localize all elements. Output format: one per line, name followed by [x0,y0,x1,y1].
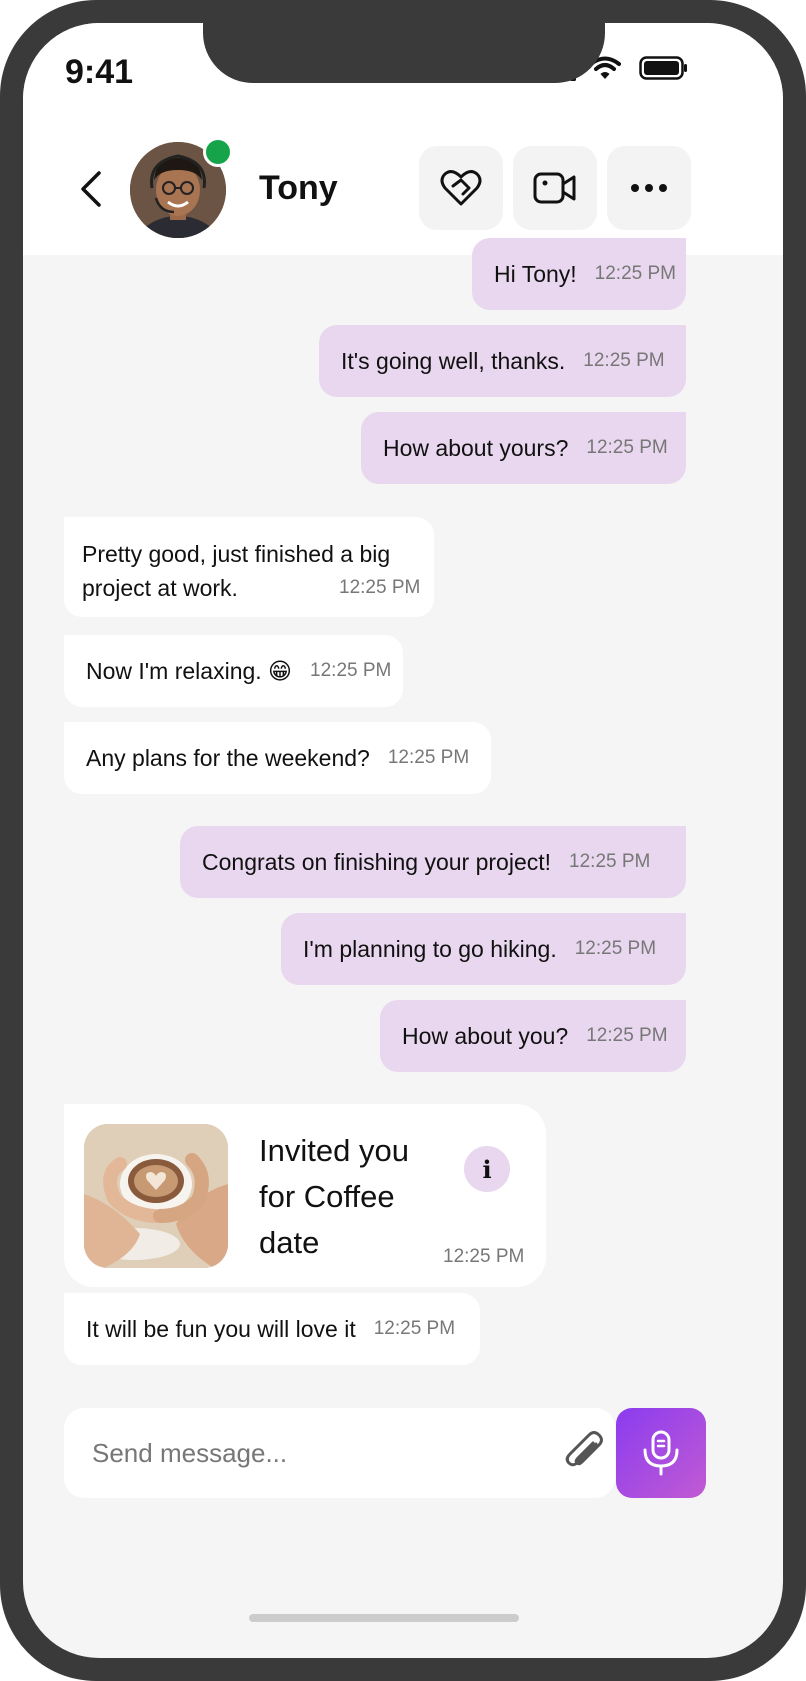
message-time: 12:25 PM [443,1246,525,1267]
microphone-icon [643,1430,679,1476]
status-time: 9:41 [65,53,134,91]
heart-handshake-icon [440,170,482,206]
message-bubble-incoming[interactable]: Pretty good, just finished a big project … [64,517,434,617]
message-time: 12:25 PM [310,660,392,681]
message-text: How about yours? [383,434,569,461]
message-time: 12:25 PM [569,851,651,872]
info-button[interactable]: i [464,1146,510,1192]
message-bubble-incoming[interactable]: Now I'm relaxing. 😁 12:25 PM [64,635,403,707]
video-call-button[interactable] [513,146,597,230]
more-icon [631,184,667,192]
message-bubble-outgoing[interactable]: I'm planning to go hiking. 12:25 PM [281,913,686,985]
message-text: Hi Tony! [494,260,577,287]
coffee-invite-card[interactable]: Invited you for Coffee date i 12:25 PM [64,1104,546,1287]
message-time: 12:25 PM [574,938,657,959]
voice-message-button[interactable] [616,1408,706,1498]
message-text: It will be fun you will love it [86,1315,356,1342]
message-time: 12:25 PM [373,1318,456,1339]
home-indicator[interactable] [249,1614,519,1622]
invite-title-line: date [259,1225,320,1260]
message-bubble-outgoing[interactable]: Hi Tony! 12:25 PM [472,238,686,310]
message-time: 12:25 PM [586,437,668,458]
message-text: Any plans for the weekend? [86,744,370,771]
message-time: 12:25 PM [387,747,470,768]
message-bubble-incoming[interactable]: Any plans for the weekend? 12:25 PM [64,722,491,794]
message-text-line: Pretty good, just finished a big [82,541,391,567]
favorite-button[interactable] [419,146,503,230]
invite-title-line: Invited you [259,1133,409,1168]
message-text: I'm planning to go hiking. [303,935,557,962]
phone-frame: 9:41 Tony Hi Tony! 12:25 PM It's going w… [0,0,806,1681]
message-time: 12:25 PM [586,1025,668,1046]
back-button[interactable] [73,163,113,213]
chevron-left-icon [81,171,101,207]
message-text: Now I'm relaxing. 😁 [86,657,293,684]
message-bubble-outgoing[interactable]: Congrats on finishing your project! 12:2… [180,826,686,898]
chat-screen: 9:41 Tony Hi Tony! 12:25 PM It's going w… [23,23,783,1658]
message-text: It's going well, thanks. [341,347,566,374]
invite-title: Invited you for Coffee date [259,1128,459,1266]
message-text: Congrats on finishing your project! [202,848,552,875]
message-time: 12:25 PM [339,577,421,598]
message-input[interactable] [92,1408,532,1498]
message-bubble-outgoing[interactable]: It's going well, thanks. 12:25 PM [319,325,686,397]
more-options-button[interactable] [607,146,691,230]
paperclip-icon [565,1431,603,1467]
info-icon: i [482,1154,492,1184]
battery-icon [639,56,687,80]
message-composer [64,1408,615,1498]
message-time: 12:25 PM [583,350,665,371]
attach-button[interactable] [562,1430,608,1476]
video-call-icon [533,172,576,204]
coffee-image [84,1124,228,1268]
message-text-line: project at work. [82,575,238,601]
device-notch [203,23,605,83]
message-text: How about you? [402,1022,569,1049]
message-bubble-incoming[interactable]: It will be fun you will love it 12:25 PM [64,1293,480,1365]
contact-name: Tony [259,169,338,207]
message-bubble-outgoing[interactable]: How about you? 12:25 PM [380,1000,686,1072]
message-bubble-outgoing[interactable]: How about yours? 12:25 PM [361,412,686,484]
invite-title-line: for Coffee [259,1179,395,1214]
online-status-dot [203,137,233,167]
message-time: 12:25 PM [594,263,676,284]
